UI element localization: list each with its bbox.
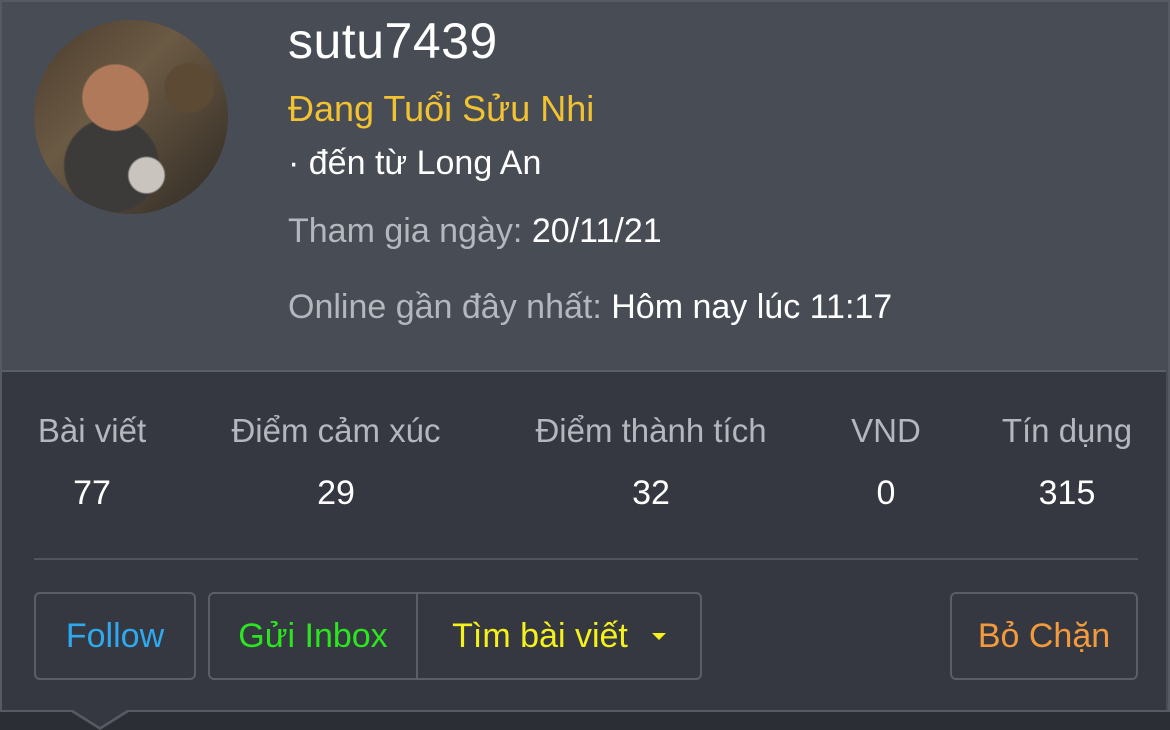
stat-label: Điểm cảm xúc bbox=[231, 412, 441, 449]
stat-reactions[interactable]: Điểm cảm xúc 29 bbox=[222, 412, 450, 513]
tooltip-arrow-fill bbox=[70, 708, 130, 727]
stat-label: Điểm thành tích bbox=[535, 412, 767, 449]
joined-date: 20/11/21 bbox=[531, 212, 662, 250]
username[interactable]: sutu7439 bbox=[288, 12, 498, 70]
unblock-button[interactable]: Bỏ Chặn bbox=[950, 592, 1138, 680]
avatar[interactable] bbox=[34, 20, 228, 214]
joined-label: Tham gia ngày: bbox=[288, 212, 523, 250]
send-inbox-button[interactable]: Gửi Inbox bbox=[208, 592, 418, 680]
follow-button[interactable]: Follow bbox=[34, 592, 196, 680]
caret-down-icon bbox=[651, 632, 666, 640]
last-online-row: Online gần đây nhất: Hôm nay lúc 11:17 bbox=[288, 288, 892, 327]
stats-and-actions-panel: Bài viết 77 Điểm cảm xúc 29 Điểm thành t… bbox=[2, 370, 1166, 710]
stat-value: 0 bbox=[876, 474, 896, 512]
joined-row: Tham gia ngày: 20/11/21 bbox=[288, 212, 662, 251]
stat-trophy-points[interactable]: Điểm thành tích 32 bbox=[524, 412, 778, 513]
user-title: Đang Tuổi Sửu Nhi bbox=[288, 88, 595, 129]
stat-label: VND bbox=[851, 412, 921, 449]
stat-value: 29 bbox=[317, 474, 355, 512]
find-posts-button[interactable]: Tìm bài viết bbox=[416, 592, 702, 680]
stat-credits: Tín dụng 315 bbox=[996, 412, 1138, 513]
stat-value: 77 bbox=[73, 474, 111, 512]
stat-posts[interactable]: Bài viết 77 bbox=[32, 412, 152, 513]
stat-label: Tín dụng bbox=[1001, 412, 1133, 449]
stat-value: 315 bbox=[1038, 474, 1096, 512]
stat-vnd: VND 0 bbox=[844, 412, 928, 513]
stat-value: 32 bbox=[632, 474, 670, 512]
stat-label: Bài viết bbox=[37, 412, 147, 449]
divider bbox=[34, 558, 1138, 560]
find-posts-label: Tìm bài viết bbox=[452, 616, 628, 655]
user-location: · đến từ Long An bbox=[288, 144, 542, 182]
last-online-label: Online gần đây nhất: bbox=[288, 288, 602, 326]
last-online-value: Hôm nay lúc 11:17 bbox=[611, 288, 893, 326]
